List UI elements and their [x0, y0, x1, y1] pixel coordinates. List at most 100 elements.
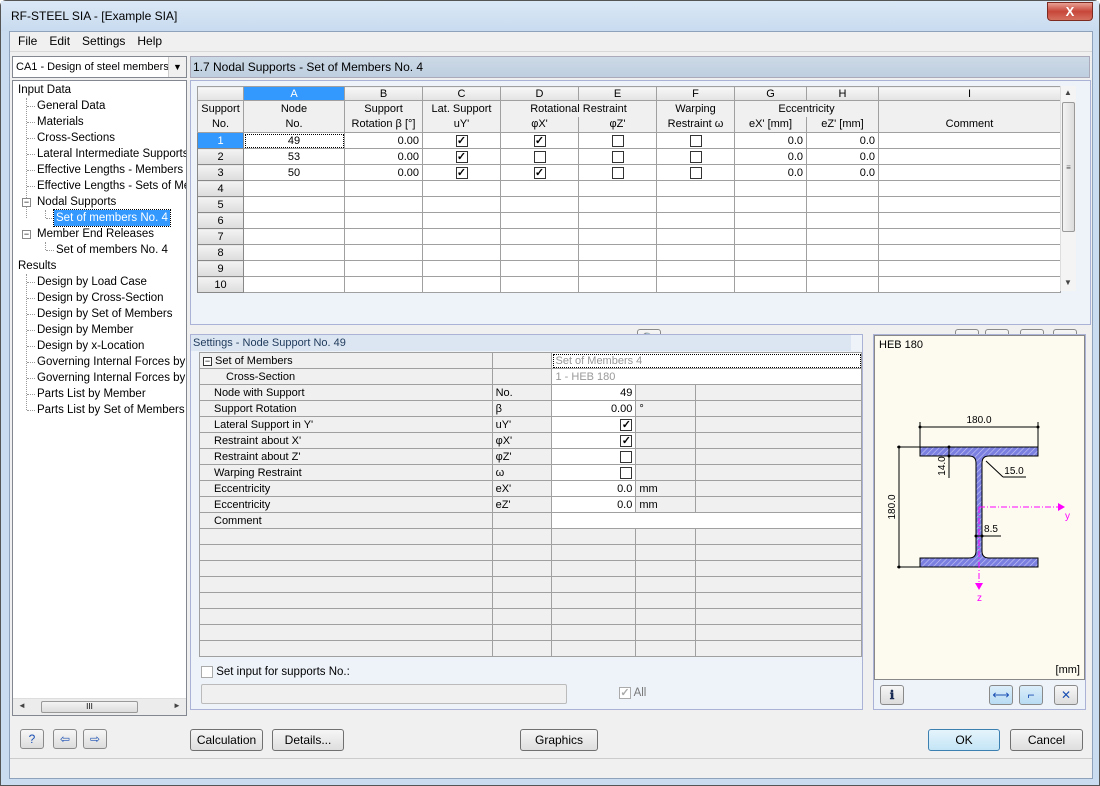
cell-warping[interactable] [656, 276, 735, 293]
cell-phiz[interactable] [578, 164, 657, 181]
cell-ez[interactable] [806, 180, 879, 197]
cell-phiz[interactable] [578, 196, 657, 213]
cell-node[interactable] [243, 212, 345, 229]
menu-help[interactable]: Help [132, 32, 167, 48]
menu-file[interactable]: File [13, 32, 42, 48]
checkbox-icon[interactable] [689, 150, 702, 163]
settings-value[interactable]: 0.0 [551, 480, 637, 497]
row-header[interactable]: 4 [197, 180, 244, 197]
cell-rotation[interactable] [344, 196, 423, 213]
column-header-f[interactable]: F [656, 86, 735, 101]
cell-node[interactable]: 49 [243, 132, 345, 149]
help-button[interactable]: ? [20, 729, 44, 749]
checkbox-icon[interactable] [611, 166, 624, 179]
cell-warping[interactable] [656, 164, 735, 181]
cell-warping[interactable] [656, 148, 735, 165]
cell-ex[interactable] [734, 196, 807, 213]
cell-rotation[interactable] [344, 260, 423, 277]
scroll-thumb[interactable]: ≡ [1062, 102, 1075, 232]
case-dropdown[interactable]: CA1 - Design of steel members a ▼ [12, 56, 187, 78]
cell-ex[interactable]: 0.0 [734, 148, 807, 165]
column-header-b[interactable]: B [344, 86, 423, 101]
all-checkbox[interactable]: ✓ All [619, 687, 646, 699]
cell-rotation[interactable] [344, 180, 423, 197]
tree-item-design-load-case[interactable]: Design by Load Case [37, 274, 147, 290]
menu-edit[interactable]: Edit [44, 32, 75, 48]
reset-view-button[interactable]: ✕ [1054, 685, 1078, 705]
collapse-icon[interactable]: − [203, 356, 212, 366]
cell-warping[interactable] [656, 228, 735, 245]
cell-warping[interactable] [656, 260, 735, 277]
cell-warping[interactable] [656, 180, 735, 197]
cell-rotation[interactable] [344, 228, 423, 245]
tree-item-materials[interactable]: Materials [37, 114, 84, 130]
cancel-button[interactable]: Cancel [1010, 729, 1083, 751]
settings-value[interactable]: 0.00 [551, 400, 637, 417]
cell-node[interactable] [243, 180, 345, 197]
cell-phiz[interactable] [578, 228, 657, 245]
cell-comment[interactable] [878, 276, 1061, 293]
details-button[interactable]: Details... [272, 729, 344, 751]
column-header-e[interactable]: E [578, 86, 657, 101]
cell-comment[interactable] [878, 244, 1061, 261]
cell-ex[interactable]: 0.0 [734, 132, 807, 149]
cell-phix[interactable] [500, 276, 579, 293]
cell-rotation[interactable]: 0.00 [344, 132, 423, 149]
cell-phix[interactable]: ✓ [500, 132, 579, 149]
menu-settings[interactable]: Settings [77, 32, 130, 48]
cell-node[interactable] [243, 228, 345, 245]
checkbox-checked-icon[interactable]: ✓ [533, 166, 546, 179]
cell-node[interactable]: 50 [243, 164, 345, 181]
cell-ex[interactable] [734, 212, 807, 229]
settings-value[interactable]: 1 - HEB 180 [551, 368, 862, 385]
checkbox-icon[interactable] [689, 134, 702, 147]
cell-comment[interactable] [878, 260, 1061, 277]
row-header[interactable]: 10 [197, 276, 244, 293]
cell-warping[interactable] [656, 244, 735, 261]
cell-rotation[interactable] [344, 244, 423, 261]
checkbox-checked-icon[interactable]: ✓ [533, 134, 546, 147]
set-input-checkbox[interactable]: Set input for supports No.: [201, 666, 350, 678]
cell-ez[interactable] [806, 276, 879, 293]
cell-ez[interactable] [806, 260, 879, 277]
cell-phiz[interactable] [578, 148, 657, 165]
settings-value[interactable] [551, 464, 637, 481]
next-button[interactable]: ⇨ [83, 729, 107, 749]
cell-ex[interactable] [734, 228, 807, 245]
checkbox-icon[interactable] [533, 150, 546, 163]
tree-item-member-end-releases[interactable]: Member End Releases [37, 226, 154, 242]
cell-comment[interactable] [878, 148, 1061, 165]
info-button[interactable]: ℹ [880, 685, 904, 705]
cell-phiz[interactable] [578, 276, 657, 293]
row-header[interactable]: 3 [197, 164, 244, 181]
cell-uy[interactable] [422, 196, 501, 213]
settings-value[interactable]: 49 [551, 384, 637, 401]
cell-phix[interactable] [500, 212, 579, 229]
row-header[interactable]: 7 [197, 228, 244, 245]
cell-rotation[interactable] [344, 212, 423, 229]
cell-rotation[interactable]: 0.00 [344, 148, 423, 165]
tree-item-end-releases-set4[interactable]: Set of members No. 4 [56, 242, 168, 258]
tree-item-nodal-supports-set4[interactable]: Set of members No. 4 [53, 209, 171, 227]
cell-uy[interactable]: ✓ [422, 132, 501, 149]
tree-item-design-cross-section[interactable]: Design by Cross-Section [37, 290, 164, 306]
checkbox-icon[interactable] [620, 450, 633, 463]
cell-comment[interactable] [878, 196, 1061, 213]
cell-uy[interactable] [422, 180, 501, 197]
collapse-icon[interactable]: − [22, 198, 31, 207]
cell-ex[interactable] [734, 244, 807, 261]
tree-horizontal-scrollbar[interactable]: ◄ III ► [13, 698, 186, 715]
cell-ez[interactable] [806, 228, 879, 245]
cell-comment[interactable] [878, 132, 1061, 149]
column-header-g[interactable]: G [734, 86, 807, 101]
scroll-left-icon[interactable]: ◄ [18, 701, 26, 710]
cell-ex[interactable]: 0.0 [734, 164, 807, 181]
tree-item-effective-lengths-sets[interactable]: Effective Lengths - Sets of Men [37, 178, 186, 194]
cell-phix[interactable] [500, 180, 579, 197]
cell-uy[interactable] [422, 276, 501, 293]
cell-ez[interactable] [806, 212, 879, 229]
settings-value[interactable] [551, 512, 862, 529]
cell-phix[interactable]: ✓ [500, 164, 579, 181]
cell-phiz[interactable] [578, 260, 657, 277]
cell-phix[interactable] [500, 244, 579, 261]
